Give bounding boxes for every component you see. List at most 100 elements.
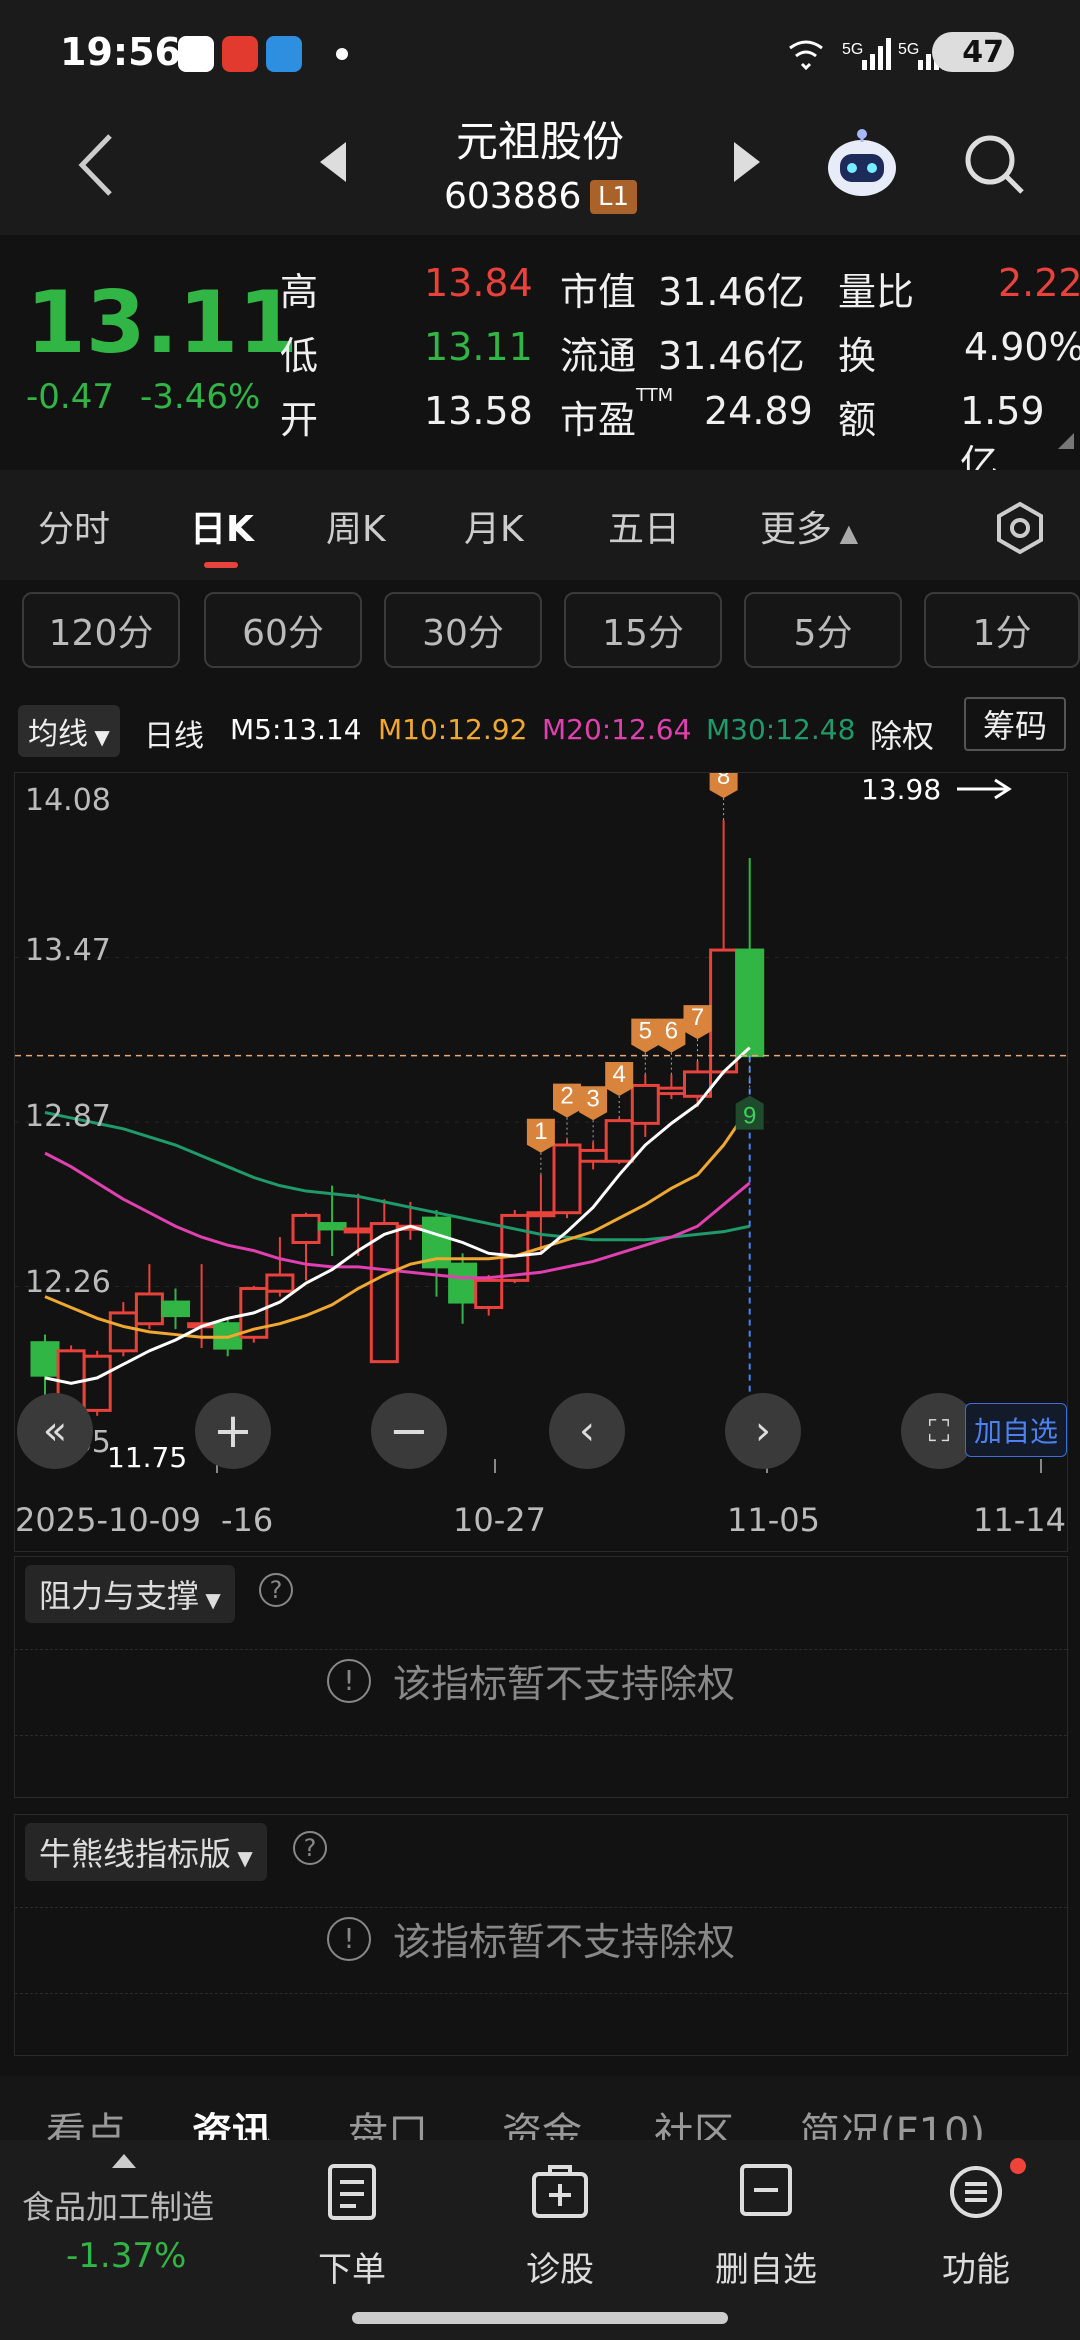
quote-panel: 13.11 -0.47 -3.46% 高 13.84 低 13.11 开 13.… xyxy=(0,235,1080,486)
candle-body xyxy=(630,1083,660,1125)
caret-up-icon xyxy=(112,2154,136,2168)
medical-kit-icon xyxy=(532,2165,588,2218)
candle-body xyxy=(343,1227,373,1234)
search-icon[interactable] xyxy=(962,132,1028,198)
chevron-down-icon: ▼ xyxy=(199,1588,221,1612)
open-value: 13.58 xyxy=(424,389,533,433)
help-icon[interactable]: ? xyxy=(293,1831,327,1865)
candle-body xyxy=(578,1148,608,1163)
chips-button[interactable]: 筹码 xyxy=(964,697,1066,751)
y-tick-2: 12.87 xyxy=(25,1099,111,1134)
open-label: 开 xyxy=(280,398,319,442)
home-indicator xyxy=(352,2312,728,2324)
x-label-3: 11-05 xyxy=(727,1501,820,1539)
zoom-out-button[interactable]: − xyxy=(371,1393,447,1469)
chevron-left-icon: ‹ xyxy=(579,1408,595,1454)
candle-body xyxy=(82,1354,112,1412)
marker-number: 1 xyxy=(534,1118,547,1145)
period-15min[interactable]: 15分 xyxy=(564,592,722,668)
active-tab-underline xyxy=(204,562,238,568)
expand-corner-icon[interactable] xyxy=(1056,431,1076,451)
tab-monthly-k[interactable]: 月K xyxy=(464,500,524,552)
panel-notice-text: 该指标暂不支持除权 xyxy=(393,1920,736,1964)
tab-daily-k[interactable]: 日K xyxy=(190,500,254,552)
candle-body xyxy=(291,1213,321,1244)
resistance-support-selector[interactable]: 阻力与支撑 ▼ xyxy=(25,1565,235,1623)
candle-body xyxy=(604,1119,634,1163)
y-tick-1: 13.47 xyxy=(25,933,111,968)
ma5-value: M5:13.14 xyxy=(230,713,362,746)
adjust-button[interactable]: 除权 xyxy=(870,711,934,757)
ma20-value: M20:12.64 xyxy=(542,713,692,746)
period-60min[interactable]: 60分 xyxy=(204,592,362,668)
y-tick-0: 14.08 xyxy=(25,783,111,818)
pe-label: 市盈 xyxy=(560,398,637,442)
price-change-pct: -3.46% xyxy=(140,377,261,417)
candle-body xyxy=(161,1300,190,1318)
tesla-notification-icon xyxy=(222,36,258,72)
order-label: 下单 xyxy=(318,2250,386,2290)
marker-number: 2 xyxy=(560,1083,573,1110)
grid-line xyxy=(15,1907,1067,1908)
marker-number: 5 xyxy=(639,1018,652,1045)
order-button[interactable]: 下单 xyxy=(282,2146,422,2336)
candle-body xyxy=(30,1341,60,1377)
period-30min[interactable]: 30分 xyxy=(384,592,542,668)
tab-five-day[interactable]: 五日 xyxy=(608,500,680,552)
period-120min[interactable]: 120分 xyxy=(22,592,180,668)
next-stock-icon[interactable] xyxy=(732,140,762,184)
price-change: -0.47 xyxy=(26,377,114,417)
amount-label: 额 xyxy=(838,398,877,442)
resistance-support-panel: 阻力与支撑 ▼ ? ! 该指标暂不支持除权 xyxy=(14,1556,1068,1798)
candle-body xyxy=(317,1222,347,1231)
stock-name: 元祖股份 xyxy=(455,117,624,166)
float-label: 流通 xyxy=(560,334,637,378)
tab-more[interactable]: 更多 ▲ xyxy=(760,500,858,552)
kline-chart[interactable]: 123456789 14.08 13.47 12.87 12.26 11.65 … xyxy=(14,772,1068,1552)
chevron-down-icon: ▼ xyxy=(231,1846,253,1870)
bull-bear-selector[interactable]: 牛熊线指标版 ▼ xyxy=(25,1823,267,1881)
scroll-left-fast-button[interactable]: « xyxy=(17,1393,93,1469)
grid-line xyxy=(15,1649,1067,1650)
ma-legend: 均线 ▼ 日线 M5:13.14 M10:12.92 M20:12.64 M30… xyxy=(0,695,1080,765)
sector-name[interactable]: 食品加工制造 xyxy=(22,2182,214,2228)
robot-assistant-icon[interactable] xyxy=(822,124,902,204)
marker-number: 9 xyxy=(743,1103,756,1130)
tab-weekly-k[interactable]: 周K xyxy=(326,500,386,552)
browser-notification-icon xyxy=(266,36,302,72)
back-icon[interactable] xyxy=(72,130,122,200)
order-document-icon xyxy=(328,2164,376,2220)
marker-number: 7 xyxy=(691,1004,704,1031)
scroll-left-button[interactable]: ‹ xyxy=(549,1393,625,1469)
candle-body xyxy=(448,1262,478,1304)
bull-bear-title: 牛熊线指标版 xyxy=(39,1835,232,1873)
status-time: 19:56 xyxy=(60,30,181,74)
remove-watch-button[interactable]: 删自选 xyxy=(696,2146,836,2336)
low-value: 13.11 xyxy=(424,325,533,369)
period-5min[interactable]: 5分 xyxy=(744,592,902,668)
more-notifications-dot xyxy=(336,48,348,60)
double-chevron-left-icon: « xyxy=(42,1408,68,1454)
menu-circle-icon xyxy=(950,2166,1002,2218)
settings-icon[interactable] xyxy=(992,500,1048,556)
zoom-in-button[interactable]: + xyxy=(195,1393,271,1469)
y-tick-3: 12.26 xyxy=(25,1265,111,1300)
candle-body xyxy=(735,948,765,1058)
tab-intraday[interactable]: 分时 xyxy=(38,500,110,552)
functions-button[interactable]: 功能 xyxy=(906,2146,1046,2336)
marker-number: 3 xyxy=(586,1085,599,1112)
scroll-right-button[interactable]: › xyxy=(725,1393,801,1469)
candle-body xyxy=(656,1086,686,1096)
diagnose-button[interactable]: 诊股 xyxy=(490,2146,630,2336)
help-icon[interactable]: ? xyxy=(259,1573,293,1607)
ma30-value: M30:12.48 xyxy=(706,713,856,746)
high-annotation: 13.98 xyxy=(861,773,942,806)
ma-selector[interactable]: 均线 ▼ xyxy=(18,705,120,757)
prev-stock-icon[interactable] xyxy=(318,140,348,184)
candle-body xyxy=(500,1213,530,1282)
app-notification-icon xyxy=(178,36,214,72)
sector-change: -1.37% xyxy=(66,2236,187,2276)
period-1min[interactable]: 1分 xyxy=(924,592,1080,668)
add-watch-button[interactable]: 加自选 xyxy=(965,1403,1067,1457)
candle-body xyxy=(709,948,739,1074)
